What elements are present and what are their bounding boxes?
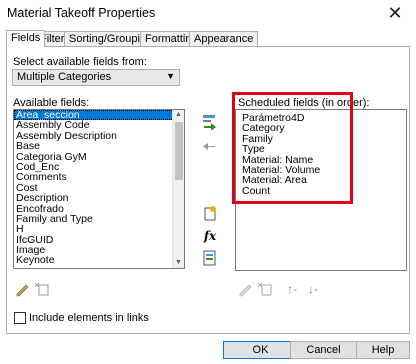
ok-button[interactable]: OK xyxy=(223,341,298,359)
dialog-window: Material Takeoff Properties ✕ Fields Fil… xyxy=(0,0,416,364)
title-bar: Material Takeoff Properties ✕ xyxy=(0,0,416,28)
available-fields-label: Available fields: xyxy=(13,97,90,109)
pencil-icon[interactable] xyxy=(14,281,30,297)
combine-parameters-icon[interactable] xyxy=(202,250,218,266)
delete-icon[interactable] xyxy=(257,281,273,297)
window-title: Material Takeoff Properties xyxy=(7,6,156,20)
delete-icon[interactable] xyxy=(34,281,50,297)
pencil-icon[interactable] xyxy=(237,281,253,297)
include-links-checkbox[interactable] xyxy=(14,312,26,324)
move-down-icon[interactable]: ↓- xyxy=(305,281,321,297)
remove-parameter-icon[interactable] xyxy=(201,138,217,154)
include-links-label: Include elements in links xyxy=(29,312,149,324)
available-fields-list[interactable]: Area_seccion Assembly Code Assembly Descri… xyxy=(13,109,185,269)
scrollbar[interactable]: ▲ ▼ xyxy=(172,110,184,268)
cancel-button[interactable]: Cancel xyxy=(290,341,357,359)
close-icon[interactable]: ✕ xyxy=(380,1,410,25)
tab-fields[interactable]: Fields xyxy=(6,30,46,47)
dropdown-value: Multiple Categories xyxy=(17,71,112,83)
fx-icon[interactable]: fx xyxy=(202,228,218,244)
move-up-icon[interactable]: ↑- xyxy=(284,281,300,297)
help-button[interactable]: Help xyxy=(356,341,410,359)
list-item[interactable]: Keynote xyxy=(14,255,184,266)
add-parameter-icon[interactable] xyxy=(201,114,217,130)
highlight-box xyxy=(232,92,353,204)
available-fields-dropdown[interactable]: Multiple Categories ▼ xyxy=(12,69,180,86)
select-fields-label: Select available fields from: xyxy=(13,56,147,68)
available-fields-items: Area_seccion Assembly Code Assembly Descri… xyxy=(14,110,184,266)
scroll-down-icon[interactable]: ▼ xyxy=(173,258,184,268)
new-parameter-icon[interactable] xyxy=(202,205,218,221)
chevron-down-icon: ▼ xyxy=(166,71,175,81)
list-item[interactable]: Description xyxy=(14,193,184,204)
list-item[interactable]: Family and Type xyxy=(14,213,184,224)
scroll-up-icon[interactable]: ▲ xyxy=(173,110,184,120)
scroll-thumb[interactable] xyxy=(175,122,183,180)
tab-appearance[interactable]: Appearance xyxy=(189,31,259,46)
list-item[interactable]: Base xyxy=(14,141,184,152)
list-item[interactable]: Comments xyxy=(14,172,184,183)
